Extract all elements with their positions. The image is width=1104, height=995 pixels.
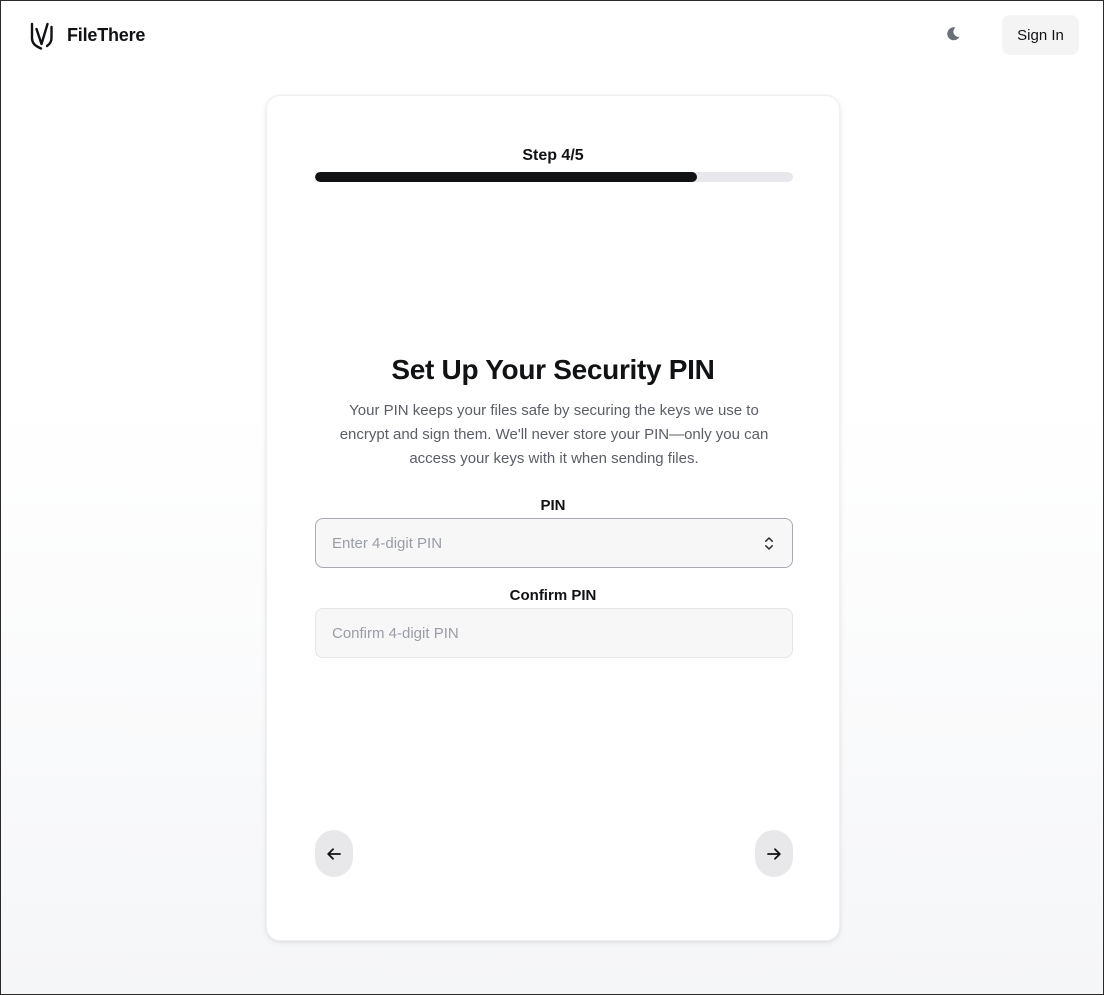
next-button[interactable]: [755, 830, 793, 877]
moon-icon: [947, 27, 960, 41]
sign-in-button[interactable]: Sign In: [1002, 15, 1079, 55]
arrow-left-icon: [327, 847, 341, 860]
page-description: Your PIN keeps your files safe by securi…: [339, 402, 769, 467]
brand-name: FileThere: [67, 24, 146, 45]
arrow-right-icon: [767, 847, 781, 860]
number-stepper[interactable]: [762, 532, 776, 554]
onboarding-card: Step 4/5 Set Up Your Security PIN Your P…: [266, 95, 840, 941]
theme-toggle-button[interactable]: [939, 20, 967, 48]
logo-icon: [30, 22, 53, 50]
chevron-down-icon[interactable]: [765, 544, 773, 550]
chevron-up-icon[interactable]: [765, 536, 773, 542]
top-bar: FileThere Sign In: [1, 1, 1103, 69]
progress-fill: [315, 172, 698, 182]
pin-label: PIN: [540, 497, 566, 514]
confirm-pin-input[interactable]: [332, 609, 776, 657]
progress-bar: [315, 172, 793, 182]
page-title: Set Up Your Security PIN: [391, 354, 715, 385]
pin-field-container: [315, 518, 793, 568]
pin-input[interactable]: [332, 519, 762, 567]
back-button[interactable]: [315, 830, 353, 877]
confirm-pin-label: Confirm PIN: [509, 587, 597, 604]
brand[interactable]: FileThere: [30, 20, 145, 50]
confirm-pin-field-container: [315, 608, 793, 658]
step-indicator: Step 4/5: [522, 147, 584, 164]
